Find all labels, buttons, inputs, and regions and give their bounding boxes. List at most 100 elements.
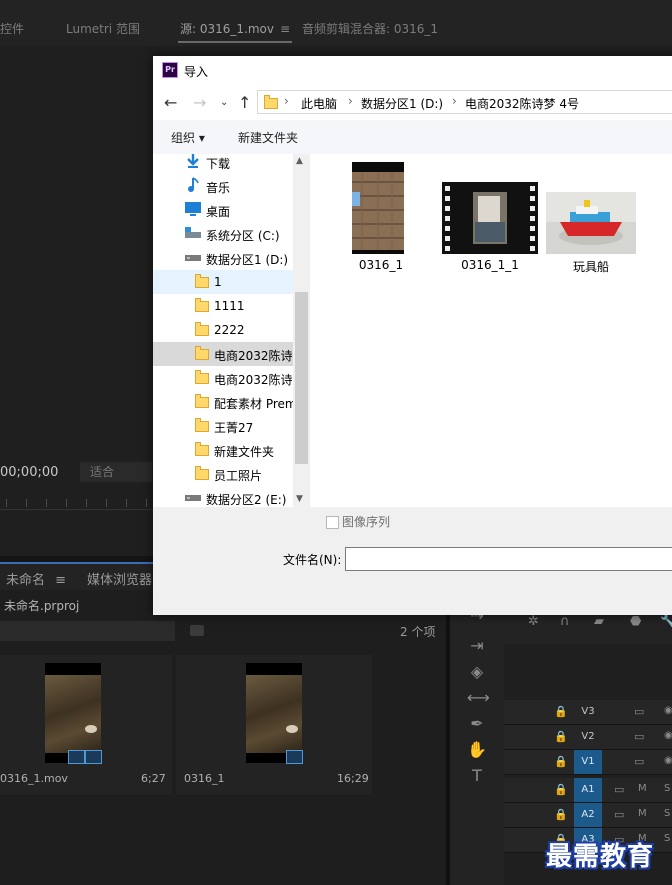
mute-button[interactable]: M [638, 783, 647, 794]
nav-item-label: 配套素材 Premiere [214, 397, 293, 411]
clip-card[interactable]: 0316_1 16;29 [176, 655, 372, 795]
lock-icon[interactable]: 🔒 [554, 755, 568, 768]
file-item[interactable]: 0316_1 [336, 162, 426, 282]
nav-item-folder-staff-photos[interactable]: 员工照片 [153, 462, 293, 486]
address-breadcrumb[interactable]: › 此电脑 › 数据分区1 (D:) › 电商2032陈诗梦 4号 [257, 90, 672, 114]
breadcrumb-separator-icon[interactable]: › [348, 94, 353, 108]
mute-button[interactable]: M [638, 808, 647, 819]
breadcrumb-drive-d[interactable]: 数据分区1 (D:) [361, 95, 443, 112]
nav-item-folder-new[interactable]: 新建文件夹 [153, 438, 293, 462]
nav-item-folder-1111[interactable]: 1111 [153, 294, 293, 318]
track-label[interactable]: V1 [574, 750, 602, 774]
add-marker-icon[interactable]: ▰ [594, 614, 604, 629]
nav-scrollbar[interactable]: ▲ ▼ [293, 154, 310, 507]
organize-button[interactable]: 组织 ▾ [171, 129, 205, 146]
marker-icon[interactable]: ⬣ [630, 614, 641, 629]
up-arrow-icon[interactable]: ↑ [238, 93, 251, 112]
nav-item-music[interactable]: 音乐 [153, 174, 293, 198]
image-sequence-checkbox[interactable] [326, 516, 339, 529]
ripple-edit-tool-icon[interactable]: ⇥ [467, 636, 487, 656]
nav-item-drive-e[interactable]: 数据分区2 (E:) [153, 486, 293, 507]
file-item[interactable]: 0316_1_1 [438, 162, 542, 282]
lock-icon[interactable]: 🔒 [554, 808, 568, 821]
item-count: 2 个项 [400, 625, 436, 639]
clip-name: 0316_1 [184, 772, 225, 785]
track-v2[interactable]: 🔒 V2 ▭ ◉ [504, 725, 672, 750]
hand-tool-icon[interactable]: ✋ [467, 740, 487, 760]
scroll-thumb[interactable] [295, 292, 308, 464]
track-label[interactable]: V3 [574, 700, 602, 724]
breadcrumb-this-pc[interactable]: 此电脑 [301, 95, 337, 112]
filename-input[interactable] [345, 547, 672, 571]
eye-icon[interactable]: ◉ [664, 755, 672, 766]
folder-icon [195, 274, 209, 288]
nav-item-desktop[interactable]: 桌面 [153, 198, 293, 222]
linked-selection-icon[interactable]: ∩ [560, 614, 570, 629]
tab-effect-controls[interactable]: 控件 [0, 20, 24, 37]
forward-arrow-icon[interactable]: → [193, 93, 206, 112]
new-folder-button[interactable]: 新建文件夹 [238, 129, 298, 146]
tab-lumetri-scopes[interactable]: Lumetri 范围 [66, 20, 140, 37]
nav-item-folder[interactable]: 王菁27 [153, 414, 293, 438]
tab-audio-clip-mixer[interactable]: 音频剪辑混合器: 0316_1 [302, 20, 438, 37]
sync-lock-icon[interactable]: ▭ [634, 755, 644, 768]
nav-item-drive-c[interactable]: 系统分区 (C:) [153, 222, 293, 246]
type-tool-icon[interactable]: T [467, 766, 487, 786]
nav-item-folder-premiere-materials[interactable]: 配套素材 Premiere [153, 390, 293, 414]
tab-source-monitor[interactable]: 源: 0316_1.mov ≡ [177, 20, 293, 43]
project-search-input[interactable] [0, 621, 175, 641]
file-item[interactable]: 玩具船 [544, 162, 638, 282]
nav-item-current-folder[interactable]: 电商2032陈诗梦 4号 [153, 342, 293, 366]
breadcrumb-separator-icon[interactable]: › [452, 94, 457, 108]
track-v3[interactable]: 🔒 V3 ▭ ◉ [504, 700, 672, 725]
tab-menu-icon[interactable]: ≡ [280, 22, 290, 36]
tab-media-browser[interactable]: 媒体浏览器 [87, 569, 152, 588]
solo-button[interactable]: S [664, 833, 670, 844]
eye-icon[interactable]: ◉ [664, 705, 672, 716]
nav-item-folder[interactable]: 电商2032陈诗梦 [153, 366, 293, 390]
eye-icon[interactable]: ◉ [664, 730, 672, 741]
razor-tool-icon[interactable]: ◈ [467, 662, 487, 682]
lock-icon[interactable]: 🔒 [554, 730, 568, 743]
fit-dropdown[interactable]: 适合 [80, 462, 152, 482]
track-label[interactable]: V2 [574, 725, 602, 749]
back-arrow-icon[interactable]: ← [164, 93, 177, 112]
track-a1[interactable]: 🔒 A1 ▭ M S [504, 778, 672, 803]
dialog-title-bar[interactable]: Pr 导入 [153, 56, 672, 86]
pen-tool-icon[interactable]: ✒ [467, 714, 487, 734]
breadcrumb-current-folder[interactable]: 电商2032陈诗梦 4号 [465, 95, 579, 112]
source-time-ruler[interactable] [0, 495, 155, 510]
track-label[interactable]: A1 [574, 778, 602, 802]
solo-button[interactable]: S [664, 808, 670, 819]
clip-name: 0316_1.mov [0, 772, 68, 785]
scroll-down-icon[interactable]: ▼ [296, 494, 303, 504]
tab-project[interactable]: 未命名 ≡ [6, 569, 66, 588]
nav-item-downloads[interactable]: 下载 [153, 154, 293, 174]
sync-lock-icon[interactable]: ▭ [634, 705, 644, 718]
lock-icon[interactable]: 🔒 [554, 705, 568, 718]
track-a2[interactable]: 🔒 A2 ▭ M S [504, 803, 672, 828]
sync-lock-icon[interactable]: ▭ [634, 730, 644, 743]
import-dialog: Pr 导入 ← → ⌄ ↑ › 此电脑 › 数据分区1 (D:) › 电商203… [153, 56, 672, 615]
tab-project-label: 未命名 [6, 573, 46, 588]
track-label[interactable]: A2 [574, 803, 602, 827]
snap-icon[interactable]: ✲ [528, 614, 539, 629]
nav-item-drive-d[interactable]: 数据分区1 (D:) [153, 246, 293, 270]
slip-tool-icon[interactable]: ⟷ [467, 688, 490, 708]
nav-item-folder-2222[interactable]: 2222 [153, 318, 293, 342]
nav-item-folder-1[interactable]: 1 [153, 270, 293, 294]
source-timecode[interactable]: 00;00;00 [0, 465, 58, 480]
track-v1[interactable]: 🔒 V1 ▭ ◉ [504, 750, 672, 775]
breadcrumb-separator-icon[interactable]: › [284, 94, 289, 108]
solo-button[interactable]: S [664, 783, 670, 794]
bin-filter-icon[interactable] [190, 625, 204, 636]
music-note-icon [188, 177, 199, 192]
scroll-up-icon[interactable]: ▲ [296, 156, 303, 166]
clip-card[interactable]: 0316_1.mov 6;27 [0, 655, 172, 795]
sync-lock-icon[interactable]: ▭ [614, 808, 624, 821]
recent-locations-chevron-icon[interactable]: ⌄ [220, 97, 228, 108]
wrench-icon[interactable]: 🔧 [660, 614, 672, 629]
project-tab-menu-icon[interactable]: ≡ [55, 573, 66, 588]
lock-icon[interactable]: 🔒 [554, 783, 568, 796]
sync-lock-icon[interactable]: ▭ [614, 783, 624, 796]
